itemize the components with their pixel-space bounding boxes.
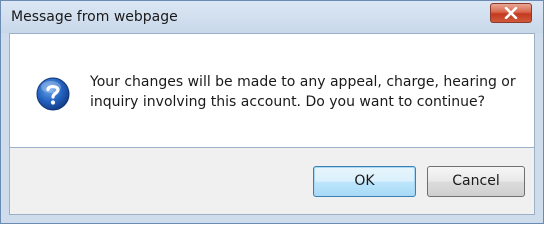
ok-button[interactable]: OK xyxy=(313,166,416,197)
close-button[interactable] xyxy=(490,3,532,23)
close-icon xyxy=(504,7,518,19)
cancel-button[interactable]: Cancel xyxy=(427,166,525,197)
dialog-footer: OK Cancel xyxy=(9,148,535,215)
dialog-titlebar[interactable]: Message from webpage xyxy=(1,1,543,33)
dialog-message: Your changes will be made to any appeal,… xyxy=(90,74,516,110)
dialog-title: Message from webpage xyxy=(11,9,178,25)
question-icon xyxy=(36,77,70,111)
message-dialog: Message from webpage Your changes will b… xyxy=(0,0,544,224)
dialog-content: Your changes will be made to any appeal,… xyxy=(9,33,535,148)
